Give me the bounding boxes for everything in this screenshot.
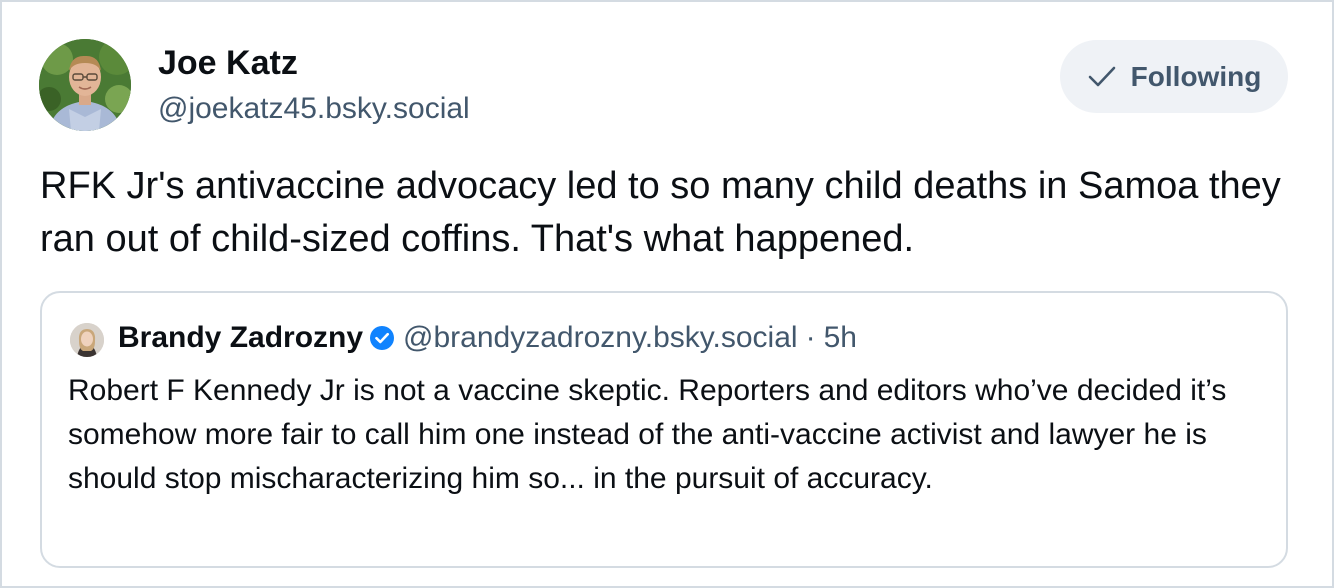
quoted-post-timestamp[interactable]: 5h: [824, 321, 857, 355]
quoted-author-avatar: [70, 323, 104, 357]
quoted-post[interactable]: Brandy Zadrozny @brandyzadrozny.bsky.soc…: [40, 291, 1288, 568]
post-text: RFK Jr's antivaccine advocacy led to so …: [40, 165, 1281, 260]
author-avatar[interactable]: [39, 39, 131, 131]
author-handle[interactable]: @joekatz45.bsky.social: [158, 92, 470, 126]
following-button-label: Following: [1130, 60, 1262, 92]
quoted-author-handle[interactable]: @brandyzadrozny.bsky.social: [403, 321, 798, 355]
following-button[interactable]: Following: [1060, 40, 1288, 113]
post-card[interactable]: Joe Katz @joekatz45.bsky.social Followin…: [0, 0, 1334, 588]
quoted-author-display-name[interactable]: Brandy Zadrozny: [118, 321, 363, 355]
quoted-post-text: Robert F Kennedy Jr is not a vaccine ske…: [68, 374, 1227, 495]
check-icon: [1088, 66, 1115, 86]
verified-badge-icon: [370, 326, 395, 350]
quoted-post-header: Brandy Zadrozny @brandyzadrozny.bsky.soc…: [118, 321, 857, 355]
author-display-name[interactable]: Joe Katz: [158, 44, 298, 83]
header-separator: ·: [805, 321, 816, 354]
